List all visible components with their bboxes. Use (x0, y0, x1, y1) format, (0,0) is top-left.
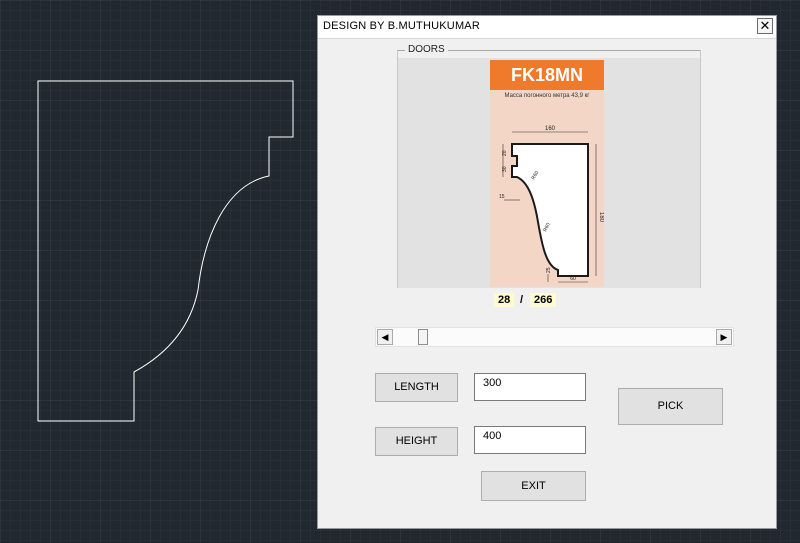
index-separator: / (520, 294, 524, 306)
scroll-thumb[interactable] (418, 329, 428, 345)
dim-top: 160 (545, 126, 556, 132)
close-icon[interactable]: ✕ (757, 18, 773, 34)
height-button[interactable]: HEIGHT (375, 427, 458, 456)
length-input[interactable]: 300 (474, 373, 586, 401)
item-scrollbar[interactable]: ◀ ▶ (375, 327, 734, 347)
exit-button[interactable]: EXIT (481, 471, 586, 501)
dim-left-low: 15 (499, 194, 505, 200)
pick-button[interactable]: PICK (618, 388, 723, 425)
window-title: DESIGN BY B.MUTHUKUMAR (323, 20, 480, 32)
design-dialog: DESIGN BY B.MUTHUKUMAR ✕ DOORS FK18MN Ма… (317, 15, 777, 529)
profile-image-panel: FK18MN Масса погонного метра 43,9 кг 160… (398, 58, 700, 288)
dim-bottom-left: 25 (546, 267, 552, 273)
title-bar: DESIGN BY B.MUTHUKUMAR ✕ (318, 16, 776, 39)
dim-right: 180 (598, 212, 604, 223)
height-input[interactable]: 400 (474, 426, 586, 454)
scroll-left-arrow-icon[interactable]: ◀ (377, 329, 393, 345)
length-button[interactable]: LENGTH (375, 373, 458, 402)
scroll-right-arrow-icon[interactable]: ▶ (716, 329, 732, 345)
current-index: 28 (494, 293, 515, 307)
dim-left-top: 20 (502, 150, 508, 156)
dim-left-mid: 30 (502, 166, 508, 172)
catalog-drawing: 160 180 20 30 15 25 60 R60 R60 (499, 126, 604, 283)
catalog-image: FK18MN Масса погонного метра 43,9 кг 160… (490, 60, 604, 287)
frame-label: DOORS (405, 44, 448, 55)
dim-bottom: 60 (570, 276, 576, 282)
total-count: 266 (530, 293, 557, 307)
